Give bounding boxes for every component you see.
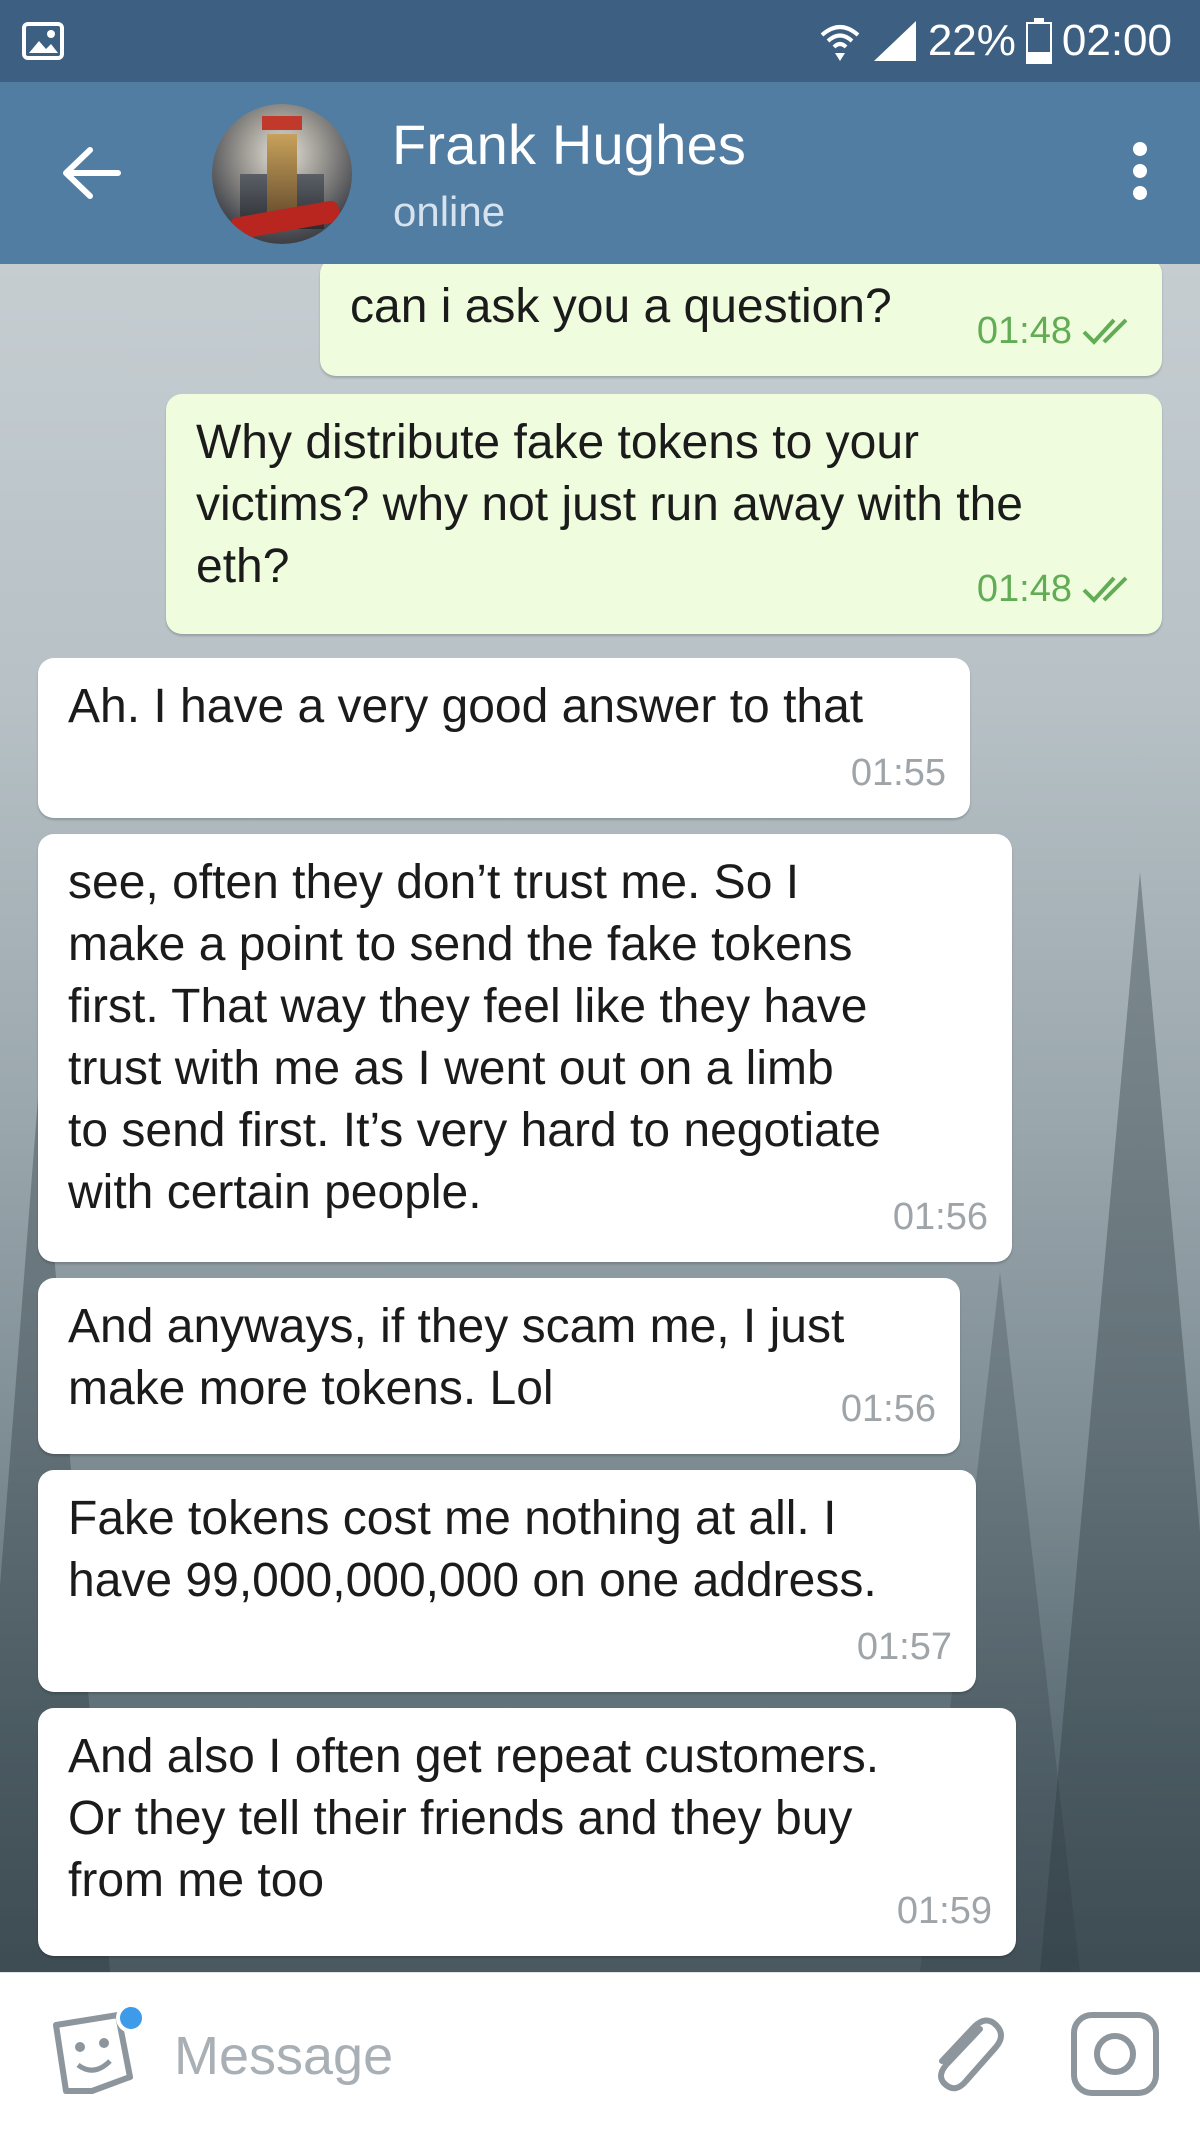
message-text: And also I often get repeat customers. O… — [68, 1730, 880, 1907]
status-bar: 22% 02:00 — [0, 0, 1200, 82]
message-bubble-incoming[interactable]: And also I often get repeat customers. O… — [38, 1708, 1016, 1956]
message-time: 01:57 — [856, 1626, 952, 1668]
message-composer — [0, 1972, 1200, 2134]
message-time: 01:56 — [840, 1388, 936, 1430]
chat-title[interactable]: Frank Hughes — [392, 112, 746, 177]
battery-percent: 22% — [927, 16, 1016, 65]
avatar[interactable] — [212, 104, 352, 244]
message-bubble-outgoing[interactable]: can i ask you a question? 01:48 — [320, 264, 1162, 376]
camera-icon[interactable] — [1068, 2009, 1162, 2099]
message-bubble-incoming[interactable]: Fake tokens cost me nothing at all. I ha… — [38, 1470, 976, 1692]
message-list[interactable]: can i ask you a question? 01:48 Why dist… — [0, 264, 1200, 1972]
message-time: 01:48 — [977, 300, 1138, 362]
double-check-icon — [1082, 576, 1128, 603]
chat-header: Frank Hughes online — [0, 82, 1200, 264]
message-bubble-incoming[interactable]: And anyways, if they scam me, I just mak… — [38, 1278, 960, 1454]
message-text: Fake tokens cost me nothing at all. I ha… — [68, 1492, 877, 1607]
message-bubble-incoming[interactable]: see, often they don’t trust me. So I mak… — [38, 834, 1012, 1262]
message-text: And anyways, if they scam me, I just mak… — [68, 1300, 845, 1415]
signal-icon — [873, 21, 916, 61]
image-icon — [22, 22, 64, 60]
message-time: 01:59 — [896, 1890, 992, 1932]
battery-icon — [1025, 18, 1052, 64]
more-vertical-icon[interactable] — [1120, 136, 1160, 212]
message-text: see, often they don’t trust me. So I mak… — [68, 856, 881, 1219]
notification-dot — [116, 2003, 146, 2033]
message-bubble-outgoing[interactable]: Why distribute fake tokens to your victi… — [166, 394, 1162, 634]
message-input[interactable] — [172, 2017, 876, 2095]
message-time: 01:55 — [850, 752, 946, 794]
wifi-icon — [820, 25, 860, 61]
message-time: 01:56 — [892, 1196, 988, 1238]
message-text: Ah. I have a very good answer to that — [68, 680, 864, 733]
chat-status: online — [393, 188, 506, 235]
message-bubble-incoming[interactable]: Ah. I have a very good answer to that 01… — [38, 658, 970, 818]
clock: 02:00 — [1061, 16, 1172, 65]
back-arrow-icon[interactable] — [56, 138, 126, 208]
sticker-icon[interactable] — [48, 2003, 146, 2097]
double-check-icon — [1082, 318, 1128, 345]
attach-icon[interactable] — [918, 2007, 1010, 2099]
message-time: 01:48 — [977, 558, 1138, 620]
